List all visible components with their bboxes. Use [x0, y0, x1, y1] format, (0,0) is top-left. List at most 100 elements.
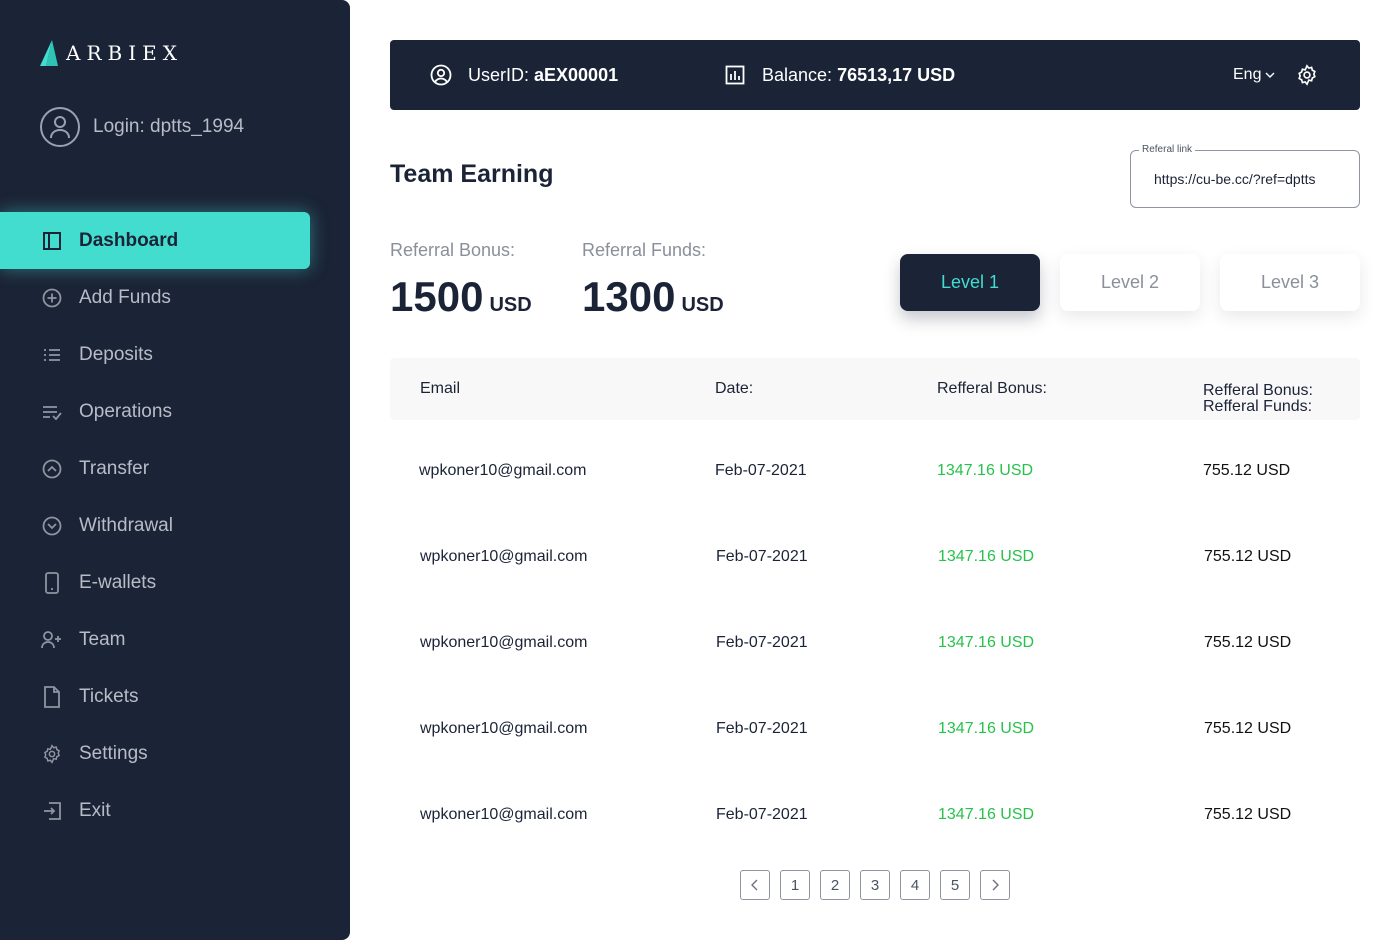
referral-bonus-stat: Referral Bonus: 1500 USD — [390, 240, 532, 321]
sidebar-item-add-funds[interactable]: Add Funds — [0, 269, 350, 326]
page-3-button[interactable]: 3 — [860, 870, 890, 900]
sidebar-item-withdrawal[interactable]: Withdrawal — [0, 497, 350, 554]
cell-referral-funds: 755.12 USD — [1204, 548, 1292, 565]
user-id: UserID: aEX00001 — [430, 64, 618, 86]
sidebar-item-dashboard[interactable]: Dashboard — [0, 212, 310, 269]
sidebar-item-e-wallets[interactable]: E-wallets — [0, 554, 350, 611]
table-row: wpkoner10@gmail.com Feb-07-2021 1347.16 … — [390, 708, 1360, 748]
login-text: Login: dptts_1994 — [93, 116, 245, 137]
next-page-button[interactable] — [980, 870, 1010, 900]
prev-page-button[interactable] — [740, 870, 770, 900]
page-4-button[interactable]: 4 — [900, 870, 930, 900]
cell-email: wpkoner10@gmail.com — [420, 548, 588, 565]
logo-text: ARBIEX — [66, 41, 183, 65]
balance: Balance: 76513,17 USD — [724, 64, 955, 86]
language-label: Eng — [1233, 66, 1262, 83]
logo[interactable]: ARBIEX — [40, 40, 183, 66]
chevron-down-circle-icon — [41, 515, 63, 537]
cell-referral-bonus: 1347.16 USD — [938, 720, 1035, 737]
user-circle-icon — [430, 64, 452, 86]
cell-email: wpkoner10@gmail.com — [420, 720, 588, 737]
top-bar: UserID: aEX00001 Balance: 76513,17 USD E… — [390, 40, 1360, 110]
document-icon — [41, 685, 63, 708]
cell-referral-funds: 755.12 USD — [1204, 634, 1292, 651]
sidebar-item-deposits[interactable]: Deposits — [0, 326, 350, 383]
table-row: wpkoner10@gmail.com Feb-07-2021 1347.16 … — [390, 622, 1360, 662]
cell-date: Feb-07-2021 — [716, 634, 808, 651]
level-1-button[interactable]: Level 1 — [900, 254, 1040, 311]
chevron-up-circle-icon — [41, 458, 63, 480]
sidebar-item-label: Withdrawal — [79, 514, 173, 536]
dashboard-icon — [41, 230, 63, 252]
referral-bonus-label: Referral Bonus: — [390, 240, 516, 260]
cell-date: Feb-07-2021 — [716, 548, 808, 565]
page-2-button[interactable]: 2 — [820, 870, 850, 900]
add-user-icon — [41, 629, 63, 651]
cell-referral-bonus: 1347.16 USD — [938, 806, 1035, 823]
sidebar-item-tickets[interactable]: Tickets — [0, 668, 350, 725]
avatar-icon — [40, 107, 80, 147]
header-date: Date: — [715, 380, 754, 397]
cell-referral-funds: 755.12 USD — [1204, 806, 1292, 823]
cell-referral-funds: 755.12 USD — [1203, 462, 1291, 479]
sidebar-item-settings[interactable]: Settings — [0, 725, 350, 782]
chevron-left-icon — [751, 879, 758, 891]
sidebar-item-transfer[interactable]: Transfer — [0, 440, 350, 497]
cell-date: Feb-07-2021 — [716, 806, 808, 823]
cell-date: Feb-07-2021 — [715, 462, 807, 479]
user-id-value: aEX00001 — [534, 64, 619, 85]
sidebar-item-exit[interactable]: Exit — [0, 782, 350, 839]
gear-icon — [41, 743, 63, 765]
sidebar-item-label: Add Funds — [79, 286, 171, 308]
sidebar-item-label: Settings — [79, 742, 148, 764]
sidebar-item-label: Dashboard — [79, 229, 179, 251]
list-check-icon — [41, 401, 63, 423]
sidebar-item-label: Tickets — [79, 685, 139, 707]
cell-date: Feb-07-2021 — [716, 720, 808, 737]
header-email: Email — [420, 380, 461, 397]
referral-bonus-value: 1500 — [390, 273, 484, 320]
sidebar-item-label: Exit — [79, 799, 111, 821]
sidebar-item-label: Team — [79, 628, 126, 650]
cell-referral-bonus: 1347.16 USD — [938, 548, 1035, 565]
cell-referral-bonus: 1347.16 USD — [938, 634, 1035, 651]
page-5-button[interactable]: 5 — [940, 870, 970, 900]
plus-circle-icon — [41, 287, 63, 309]
cell-referral-bonus: 1347.16 USD — [937, 462, 1034, 479]
logo-mark-icon — [40, 40, 58, 66]
referral-funds-unit: USD — [681, 294, 724, 316]
exit-icon — [41, 800, 63, 822]
referral-link-input[interactable] — [1131, 151, 1359, 207]
table-row: wpkoner10@gmail.com Feb-07-2021 1347.16 … — [390, 794, 1360, 834]
page-1-button[interactable]: 1 — [780, 870, 810, 900]
page-title: Team Earning — [390, 160, 554, 188]
sidebar-item-operations[interactable]: Operations — [0, 383, 350, 440]
settings-gear-icon[interactable] — [1296, 64, 1318, 86]
referral-link-field[interactable]: Referal link — [1130, 144, 1360, 208]
language-select[interactable]: Eng — [1233, 66, 1275, 84]
table-row: wpkoner10@gmail.com Feb-07-2021 1347.16 … — [390, 450, 1360, 490]
balance-label: Balance: — [762, 64, 833, 85]
level-3-button[interactable]: Level 3 — [1220, 254, 1360, 311]
sidebar-item-team[interactable]: Team — [0, 611, 350, 668]
sidebar-item-label: Transfer — [79, 457, 150, 479]
level-2-button[interactable]: Level 2 — [1060, 254, 1200, 311]
cell-referral-funds: 755.12 USD — [1204, 720, 1292, 737]
table-row: wpkoner10@gmail.com Feb-07-2021 1347.16 … — [390, 536, 1360, 576]
referral-bonus-unit: USD — [489, 294, 532, 316]
sidebar-nav: Dashboard Add Funds Deposits Operations … — [0, 212, 350, 839]
header-referral-bonus: Refferal Bonus: — [937, 380, 1047, 397]
cell-email: wpkoner10@gmail.com — [420, 806, 588, 823]
sidebar-item-label: E-wallets — [79, 571, 157, 593]
sidebar: ARBIEX Login: dptts_1994 Dashboard Add F… — [0, 0, 350, 940]
cell-email: wpkoner10@gmail.com — [419, 462, 587, 479]
header-referral-funds: Refferal Bonus: Refferal Funds: — [1203, 382, 1313, 415]
referral-funds-stat: Referral Funds: 1300 USD — [582, 240, 724, 321]
list-icon — [41, 344, 63, 366]
table-header: Email Date: Refferal Bonus: Refferal Bon… — [390, 358, 1360, 420]
sidebar-item-label: Deposits — [79, 343, 153, 365]
cell-email: wpkoner10@gmail.com — [420, 634, 588, 651]
referral-funds-label: Referral Funds: — [582, 240, 707, 260]
chevron-right-icon — [992, 879, 999, 891]
login-info: Login: dptts_1994 — [40, 107, 244, 147]
